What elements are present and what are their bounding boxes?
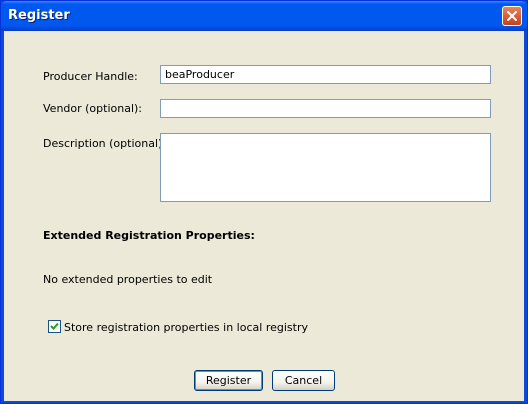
vendor-label: Vendor (optional): [43, 102, 143, 115]
register-dialog: Register Producer Handle: Vendor (option… [0, 0, 528, 404]
producer-handle-label: Producer Handle: [43, 70, 138, 83]
producer-handle-input[interactable] [160, 65, 491, 84]
no-extended-properties-message: No extended properties to edit [43, 273, 213, 286]
window-title: Register [8, 8, 70, 23]
register-button[interactable]: Register [194, 370, 263, 391]
description-label: Description (optional): [43, 137, 167, 150]
description-textarea[interactable] [160, 133, 491, 202]
store-local-registry-checkbox[interactable] [48, 320, 61, 333]
close-button[interactable] [502, 6, 522, 26]
checkmark-icon [50, 322, 59, 330]
dialog-body: Producer Handle: Vendor (optional): Desc… [4, 31, 524, 401]
close-icon [507, 11, 517, 21]
cancel-button[interactable]: Cancel [272, 370, 335, 391]
store-local-registry-label[interactable]: Store registration properties in local r… [64, 321, 308, 334]
title-bar[interactable]: Register [1, 1, 527, 31]
extended-properties-heading: Extended Registration Properties: [43, 229, 255, 242]
vendor-input[interactable] [160, 99, 491, 118]
